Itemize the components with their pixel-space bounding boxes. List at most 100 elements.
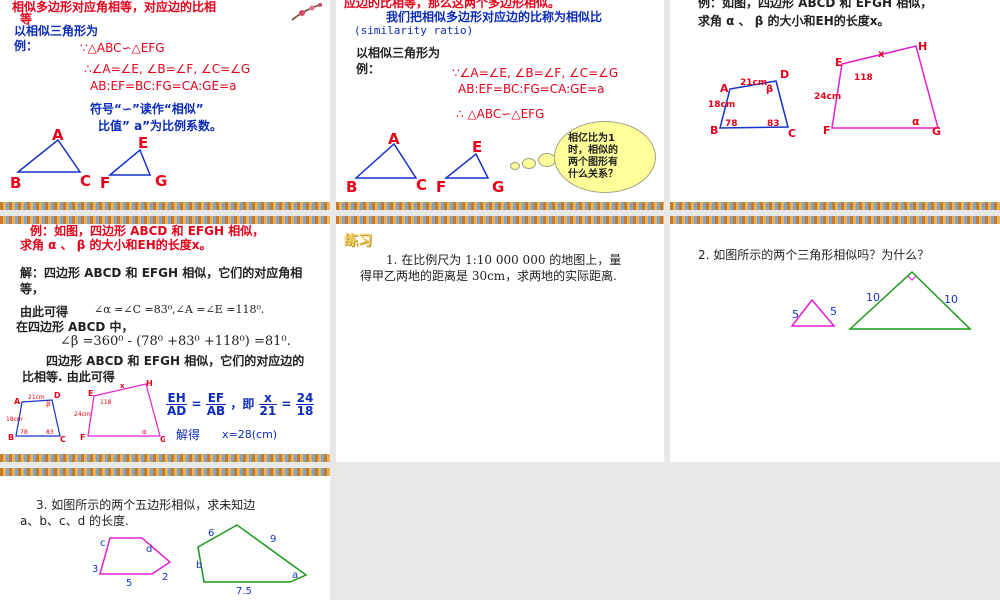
solution-step-4: 四边形 ABCD 和 EFGH 相似，它们的对应边的 — [46, 354, 305, 368]
label-78: 78 — [725, 119, 738, 129]
solution-step-3: 在四边形 ABCD 中， — [16, 320, 134, 334]
label-x: x — [120, 382, 125, 390]
label-9: 9 — [270, 534, 276, 545]
label-18cm: 18cm — [708, 100, 735, 110]
label-a: A — [14, 397, 21, 406]
label-h: H — [146, 379, 153, 388]
question-1: 1. 在比例尺为 1:10 000 000 的地图上，量 — [386, 253, 622, 267]
label-a: A — [720, 82, 729, 95]
slide-quadrilateral-solution[interactable]: 例：如图，四边形 ABCD 和 EFGH 相似， 求角 α 、 β 的大小和EH… — [0, 216, 330, 462]
label-21cm: 21cm — [740, 78, 767, 88]
label-24cm: 24cm — [74, 411, 91, 418]
label-2: 2 — [162, 572, 168, 583]
label-alpha: α — [142, 428, 147, 436]
triangle-abc — [15, 138, 82, 173]
fraction-ef-ab: EF AB — [205, 392, 227, 417]
label-g: G — [932, 125, 941, 138]
triangle-efg — [443, 152, 490, 179]
small-pentagon — [99, 537, 172, 575]
label-3: 3 — [92, 564, 98, 575]
thought-cloud-text: 相亿比为1 时，相似的 两个图形有 什么关系？ — [568, 133, 618, 181]
label-h: H — [918, 40, 927, 53]
quadrilateral-figure: A B C D E F G H x 21cm β 18cm 24cm 78 83… — [6, 379, 165, 444]
fraction-eh-ad: EH AD — [166, 392, 188, 418]
question-1-cont: 得甲乙两地的距离是 30cm，求两地的实际距离. — [360, 269, 617, 283]
label-a: A — [388, 130, 400, 148]
slide-practice-1[interactable]: 练习 1. 在比例尺为 1:10 000 000 的地图上，量 得甲乙两地的距离… — [336, 216, 664, 462]
angle-conclusion: ∴∠A=∠E, ∠B=∠F, ∠C=∠G — [84, 62, 251, 76]
label-g: G — [155, 172, 167, 190]
slide-practice-2[interactable]: 2. 如图所示的两个三角形相似吗？为什么？ 5 5 10 10 — [670, 216, 1000, 462]
label-a: A — [52, 126, 64, 144]
right-angle-mark — [907, 275, 917, 281]
example-intro: 以相似三角形为 — [356, 46, 441, 60]
similarity-conclusion: ∴ △ABC∽△EFG — [456, 107, 545, 121]
label-6: 6 — [208, 528, 214, 539]
thought-bubble-dot — [522, 158, 536, 169]
side-conclusion: AB:EF=BC:FG=CA:GE=a — [90, 79, 237, 93]
label-c: C — [788, 127, 796, 140]
solution-step-1-cont: 等， — [20, 282, 45, 296]
label-10-right: 10 — [944, 293, 958, 306]
proportion-equation: EH AD = EF AB ，即 x 21 = 24 18 — [166, 392, 315, 418]
quadrilateral-efgh — [87, 383, 161, 437]
fraction-den: AD — [167, 404, 187, 418]
label-c: C — [60, 435, 66, 444]
label-b: B — [346, 178, 357, 196]
label-83: 83 — [767, 119, 780, 129]
label-83: 83 — [46, 429, 54, 436]
label-e: E — [835, 56, 843, 69]
label-b: b — [196, 560, 202, 571]
quadrilateral-efgh — [831, 45, 939, 129]
slide-bottom-border — [670, 202, 1000, 210]
practice-title: 练习 — [344, 233, 372, 249]
fraction-x-21: x 21 — [258, 392, 278, 417]
label-e: E — [88, 389, 93, 398]
slide-top-border — [336, 216, 664, 224]
label-b: B — [10, 174, 21, 192]
symbol-note: 符号“∽”读作“相似” — [90, 102, 204, 116]
label-b: B — [8, 433, 14, 442]
question-3: 3. 如图所示的两个五边形相似，求未知边 — [36, 498, 256, 512]
slide-top-border — [0, 468, 330, 476]
label-x: x — [878, 49, 885, 60]
slide-bottom-border — [0, 202, 330, 210]
triangle-abc — [354, 142, 418, 179]
slide-bottom-border — [0, 454, 330, 462]
label-e: E — [138, 134, 148, 152]
label-alpha: α — [912, 115, 920, 128]
side-ratios: AB:EF=BC:FG=CA:GE=a — [458, 82, 605, 96]
label-21cm: 21cm — [28, 394, 45, 401]
solution-beta-equation: ∠β =360⁰ - (78⁰ +83⁰ +118⁰) =81⁰. — [60, 334, 291, 349]
slide-similar-polygons-definition[interactable]: 相似多边形对应角相等，对应边的比相 等 以相似三角形为 例： ∵△ABC∽△EF… — [0, 0, 330, 210]
label-18cm: 18cm — [6, 416, 23, 423]
label-118: 118 — [100, 399, 112, 406]
ratio-definition: 我们把相似多边形对应边的比称为相似比 — [386, 10, 603, 24]
pentagons-figure: c d 3 5 2 6 9 b a 7.5 — [92, 524, 308, 597]
slide-practice-3[interactable]: 3. 如图所示的两个五边形相似，求未知边 a、b、c、d 的长度. c d 3 … — [0, 468, 330, 600]
label-beta: β — [46, 400, 50, 408]
label-d: d — [146, 544, 152, 555]
label-5-left: 5 — [792, 308, 799, 321]
label-c: C — [416, 176, 427, 194]
label-f: F — [823, 124, 831, 137]
equals-sign: = — [281, 397, 292, 411]
label-f: F — [436, 178, 446, 196]
label-118: 118 — [854, 73, 873, 83]
cloud-line: 两个图形有 — [568, 157, 618, 168]
label-d: D — [780, 68, 789, 81]
label-10-left: 10 — [866, 291, 880, 304]
slide-quadrilateral-example[interactable]: 例：如图，四边形 ABCD 和 EFGH 相似， 求角 α 、 β 的大小和EH… — [670, 0, 1000, 210]
example-question: 例：如图，四边形 ABCD 和 EFGH 相似， — [698, 0, 933, 10]
label-beta: β — [766, 84, 773, 95]
label-f: F — [100, 174, 110, 192]
solution-step-1: 解：四边形 ABCD 和 EFGH 相似，它们的对应角相 — [20, 266, 303, 280]
fraction-den: 18 — [296, 404, 314, 418]
answer-value: x=28(cm) — [222, 428, 278, 441]
cloud-line: 什么关系？ — [568, 169, 618, 180]
label-78: 78 — [20, 429, 28, 436]
label-d: D — [54, 391, 61, 400]
label-g: G — [492, 178, 504, 196]
slide-similarity-ratio[interactable]: 应边的比相等，那么这两个多边形相似。 我们把相似多边形对应边的比称为相似比 (s… — [336, 0, 664, 210]
question-2: 2. 如图所示的两个三角形相似吗？为什么？ — [698, 248, 930, 262]
